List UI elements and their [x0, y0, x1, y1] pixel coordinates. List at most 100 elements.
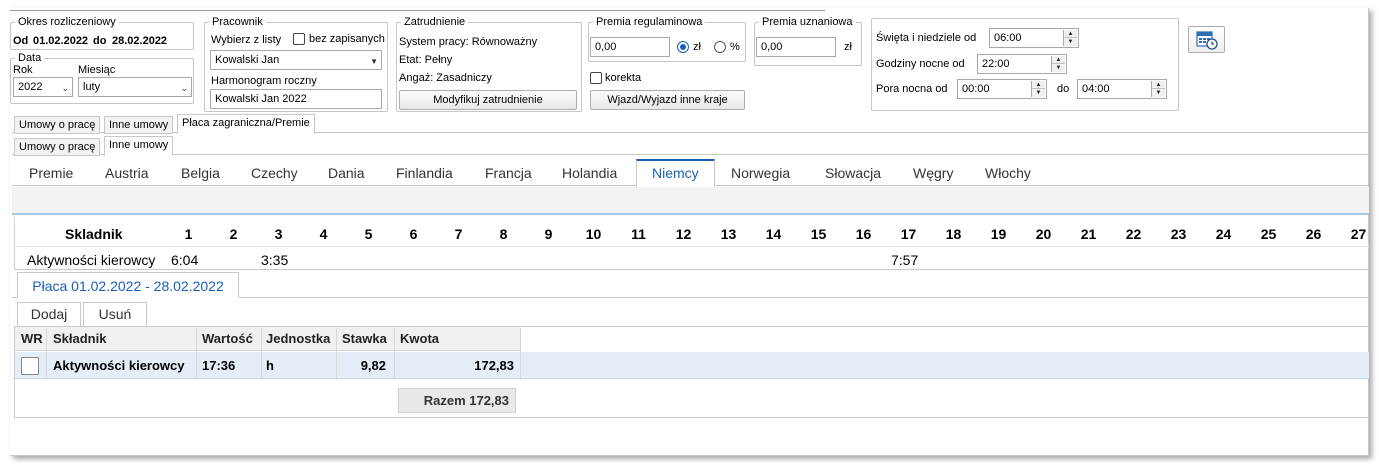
- day-header-12: 12: [675, 226, 692, 242]
- day-17-value: 7:57: [891, 252, 919, 268]
- discretionary-bonus-value: 0,00: [761, 41, 783, 53]
- arrow-down-icon[interactable]: ▼: [1064, 38, 1077, 46]
- header-amount[interactable]: Kwota: [400, 331, 439, 346]
- header-rate[interactable]: Stawka: [342, 331, 387, 346]
- night-hours-label: Godziny nocne od: [876, 58, 965, 70]
- discretionary-bonus-legend: Premia uznaniowa: [762, 16, 853, 28]
- tab-other-contracts[interactable]: Inne umowy: [104, 116, 174, 134]
- add-button[interactable]: Dodaj: [17, 302, 81, 326]
- tab-wlochy[interactable]: Włochy: [985, 160, 1031, 186]
- day-header-20: 20: [1035, 226, 1052, 242]
- tab-employment-contracts[interactable]: Umowy o pracę: [14, 116, 101, 134]
- tab-slowacja[interactable]: Słowacja: [825, 160, 881, 186]
- header-value[interactable]: Wartość: [202, 331, 253, 346]
- schedule-field[interactable]: Kowalski Jan 2022: [210, 89, 382, 109]
- tab-norwegia[interactable]: Norwegia: [731, 160, 790, 186]
- tab-francja[interactable]: Francja: [485, 160, 532, 186]
- day-header-16: 16: [855, 226, 872, 242]
- discretionary-bonus-input[interactable]: 0,00: [756, 37, 836, 57]
- col-sep: [261, 328, 262, 380]
- year-select[interactable]: 2022 ⌄: [13, 77, 73, 97]
- remove-button[interactable]: Usuń: [83, 302, 147, 326]
- discretionary-unit: zł: [844, 41, 852, 53]
- day-header-22: 22: [1125, 226, 1142, 242]
- tab-premie[interactable]: Premie: [29, 160, 73, 186]
- day-header-7: 7: [454, 226, 463, 242]
- night-time-to-input[interactable]: 04:00 ▲ ▼: [1077, 79, 1167, 99]
- period-to-label: do: [93, 35, 107, 47]
- tab-czechy[interactable]: Czechy: [251, 160, 298, 186]
- row-unit: h: [266, 358, 274, 373]
- unsaved-checkbox[interactable]: [293, 33, 305, 45]
- engagement: Angaż: Zasadniczy: [399, 72, 492, 84]
- arrow-up-icon[interactable]: ▲: [1052, 56, 1065, 64]
- tab-austria[interactable]: Austria: [105, 160, 149, 186]
- employment-legend: Zatrudnienie: [404, 16, 466, 28]
- night-time-to-label: do: [1057, 83, 1070, 95]
- unsaved-label: bez zapisanych: [309, 33, 385, 45]
- tab-foreign-pay-bonuses[interactable]: Płaca zagraniczna/Premie: [177, 114, 315, 134]
- unit-zl-radio[interactable]: [677, 41, 689, 53]
- tab-belgia[interactable]: Belgia: [181, 160, 220, 186]
- day-header-21: 21: [1080, 226, 1097, 242]
- tab-holandia[interactable]: Holandia: [562, 160, 617, 186]
- day-grid-row-label: Aktywności kierowcy: [27, 252, 156, 268]
- night-hours-value: 22:00: [982, 58, 1010, 70]
- arrow-up-icon[interactable]: ▲: [1064, 30, 1077, 38]
- tab-employment-contracts-2[interactable]: Umowy o pracę: [14, 138, 101, 156]
- spin-buttons[interactable]: ▲ ▼: [1051, 56, 1065, 72]
- unit-zl-label: zł: [693, 41, 701, 53]
- day-3-value: 3:35: [261, 252, 289, 268]
- day-header-15: 15: [810, 226, 827, 242]
- month-select[interactable]: luty ⌄: [78, 77, 192, 97]
- day-header-3: 3: [274, 226, 283, 242]
- night-time-from-input[interactable]: 00:00 ▲ ▼: [957, 79, 1047, 99]
- day-header-24: 24: [1215, 226, 1232, 242]
- unit-percent-radio[interactable]: [714, 41, 726, 53]
- arrow-down-icon[interactable]: ▼: [1152, 89, 1165, 97]
- arrow-down-icon[interactable]: ▼: [1052, 64, 1065, 72]
- employee-legend: Pracownik: [212, 16, 263, 28]
- tab-other-contracts-2[interactable]: Inne umowy: [104, 136, 174, 156]
- day-header-4: 4: [319, 226, 328, 242]
- arrow-down-icon[interactable]: ▼: [1032, 89, 1045, 97]
- night-time-to-value: 04:00: [1082, 83, 1110, 95]
- arrow-up-icon[interactable]: ▲: [1032, 81, 1045, 89]
- header-component[interactable]: Składnik: [53, 331, 106, 346]
- year-value: 2022: [18, 81, 43, 93]
- regular-bonus-input[interactable]: 0,00: [590, 37, 670, 57]
- spin-buttons[interactable]: ▲ ▼: [1063, 30, 1077, 46]
- spin-buttons[interactable]: ▲ ▼: [1151, 81, 1165, 97]
- tab-finlandia[interactable]: Finlandia: [396, 160, 453, 186]
- night-hours-input[interactable]: 22:00 ▲ ▼: [977, 54, 1067, 74]
- calendar-button[interactable]: [1188, 26, 1225, 53]
- day-grid-bottom-line: [14, 269, 1369, 270]
- row-value: 17:36: [202, 358, 236, 373]
- employee-select[interactable]: Kowalski Jan ▼: [210, 50, 382, 70]
- correction-checkbox[interactable]: [590, 72, 602, 84]
- spin-buttons[interactable]: ▲ ▼: [1031, 81, 1045, 97]
- unit-percent-label: %: [730, 41, 740, 53]
- arrow-up-icon[interactable]: ▲: [1152, 81, 1165, 89]
- holidays-label: Święta i niedziele od: [876, 32, 977, 44]
- caret-down-icon: ▼: [370, 57, 378, 66]
- header-unit[interactable]: Jednostka: [266, 331, 330, 346]
- row-wr-checkbox[interactable]: [21, 357, 39, 375]
- tab-dania[interactable]: Dania: [328, 160, 365, 186]
- holidays-time-input[interactable]: 06:00 ▲ ▼: [989, 28, 1079, 48]
- modify-employment-button[interactable]: Modyfikuj zatrudnienie: [399, 90, 577, 110]
- row-component: Aktywności kierowcy: [53, 358, 185, 373]
- regular-bonus-value: 0,00: [595, 41, 617, 53]
- tab-niemcy[interactable]: Niemcy: [636, 159, 715, 187]
- header-wr[interactable]: WR: [21, 331, 43, 346]
- year-label: Rok: [13, 64, 33, 76]
- day-header-8: 8: [499, 226, 508, 242]
- tab-wegry[interactable]: Węgry: [913, 160, 953, 186]
- col-sep: [196, 328, 197, 380]
- etat: Etat: Pełny: [399, 54, 453, 66]
- correction-label: korekta: [605, 72, 642, 84]
- chevron-down-icon: ⌄: [61, 83, 69, 93]
- trip-button[interactable]: Wjazd/Wyjazd inne kraje: [590, 90, 745, 110]
- day-1-value: 6:04: [171, 252, 199, 268]
- payroll-period-tab[interactable]: Płaca 01.02.2022 - 28.02.2022: [17, 272, 239, 298]
